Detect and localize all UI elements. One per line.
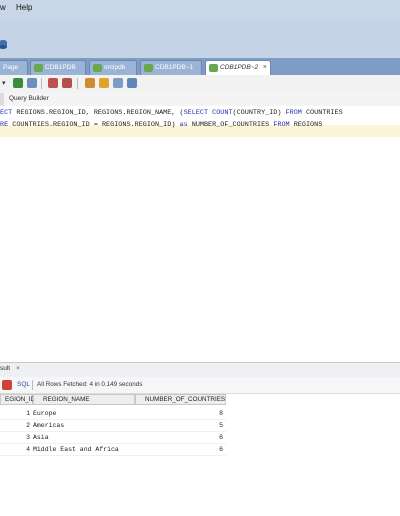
cell-region-name[interactable]: Europe [33,408,135,420]
tab-label: orclpdb [104,64,126,71]
cell-region-name[interactable]: Asia [33,432,135,444]
cell-number-of-countries[interactable]: 5 [135,420,226,432]
menu-view[interactable]: w [0,3,6,12]
sql-text: NUMBER_OF_COUNTRIES [187,121,274,129]
sql-editor[interactable] [0,106,400,358]
close-tab-icon[interactable]: × [263,61,267,75]
sql-history-icon[interactable] [113,78,123,88]
document-tabs: Page CDB1PDB orclpdb CDB1PDB~1 CDB1PDB~2… [0,58,400,75]
results-toolbar: SQL All Rows Fetched: 4 in 0.149 seconds [0,377,400,394]
toolbar-divider [77,78,78,89]
sql-keyword: FROM [273,121,290,129]
sql-worksheet-icon [144,64,153,72]
clear-icon[interactable] [99,78,109,88]
column-header-label: REGION_NAME [43,396,90,403]
toolbar-divider [41,78,42,89]
tab-cdb1pdb-2[interactable]: CDB1PDB~2 × [205,60,271,75]
column-header-label: NUMBER_OF_COUNTRIES [145,396,226,403]
sql-keyword: FROM [285,109,302,117]
cell-number-of-countries[interactable]: 6 [135,432,226,444]
sql-text: (COUNTRY_ID) [232,109,286,117]
sql-text: COUNTRIES [301,109,343,117]
sql-keyword: ECT [0,109,17,117]
sql-keyword: RE [0,121,13,129]
database-icon[interactable] [0,39,9,49]
tab-orclpdb[interactable]: orclpdb [89,60,137,75]
tab-worksheet[interactable] [0,93,4,106]
cell-region-id[interactable]: 1 [0,408,33,420]
tab-label: CDB1PDB~2 [220,64,259,71]
sql-worksheet-icon [209,64,218,72]
column-header-region-id[interactable]: EGION_ID [0,394,35,405]
tab-cdb1pdb-1[interactable]: CDB1PDB~1 [140,60,202,75]
pin-icon[interactable] [2,380,12,390]
rollback-icon[interactable] [62,78,72,88]
cell-region-name[interactable]: Americas [33,420,135,432]
tab-cdb1pdb[interactable]: CDB1PDB [30,60,86,75]
tab-label: CDB1PDB [45,64,76,71]
sql-text: REGIONS.REGION_ID, REGIONS.REGION_NAME, … [16,109,184,117]
toolbar-divider [32,380,33,390]
cell-number-of-countries[interactable]: 8 [135,408,226,420]
sql-text: REGIONS [289,121,323,129]
close-result-tab-icon[interactable]: × [16,365,20,372]
worksheet-toolbar: ▾ [0,75,400,94]
tab-start-page[interactable]: Page [0,60,28,75]
column-header-number-of-countries[interactable]: NUMBER_OF_COUNTRIES [135,394,226,405]
explain-plan-icon[interactable] [85,78,95,88]
sql-keyword: SELECT COUNT [183,109,233,117]
commit-icon[interactable] [48,78,58,88]
format-icon[interactable] [127,78,137,88]
tab-query-builder[interactable]: Query Builder [9,95,49,102]
worksheet-subtabs: Query Builder [0,93,400,107]
tab-label: Page [3,64,19,71]
cell-region-id[interactable]: 2 [0,420,33,432]
results-panel-tab-strip: sult × [0,362,400,377]
code-line: ECT REGIONS.REGION_ID, REGIONS.REGION_NA… [0,109,343,117]
run-script-icon[interactable] [27,78,37,88]
sql-link[interactable]: SQL [17,381,30,388]
cell-region-id[interactable]: 3 [0,432,33,444]
dropdown-arrow-icon[interactable]: ▾ [2,79,6,87]
sql-text: COUNTRIES.REGION_ID = REGIONS.REGION_ID) [12,121,180,129]
code-line: RE COUNTRIES.REGION_ID = REGIONS.REGION_… [0,121,322,129]
menu-bar: w Help [0,0,400,19]
menu-help[interactable]: Help [16,3,32,12]
run-statement-icon[interactable] [13,78,23,88]
cell-number-of-countries[interactable]: 6 [135,444,226,456]
sql-worksheet-icon [34,64,43,72]
column-header-region-name[interactable]: REGION_NAME [33,394,135,405]
sql-keyword: as [179,121,188,129]
sql-worksheet-icon [93,64,102,72]
cell-region-name[interactable]: Middle East and Africa [33,444,135,456]
tab-query-result[interactable]: sult [0,365,10,372]
tab-label: CDB1PDB~1 [155,64,194,71]
cell-region-id[interactable]: 4 [0,444,33,456]
main-toolbar [0,19,400,59]
fetch-status: All Rows Fetched: 4 in 0.149 seconds [37,381,143,388]
